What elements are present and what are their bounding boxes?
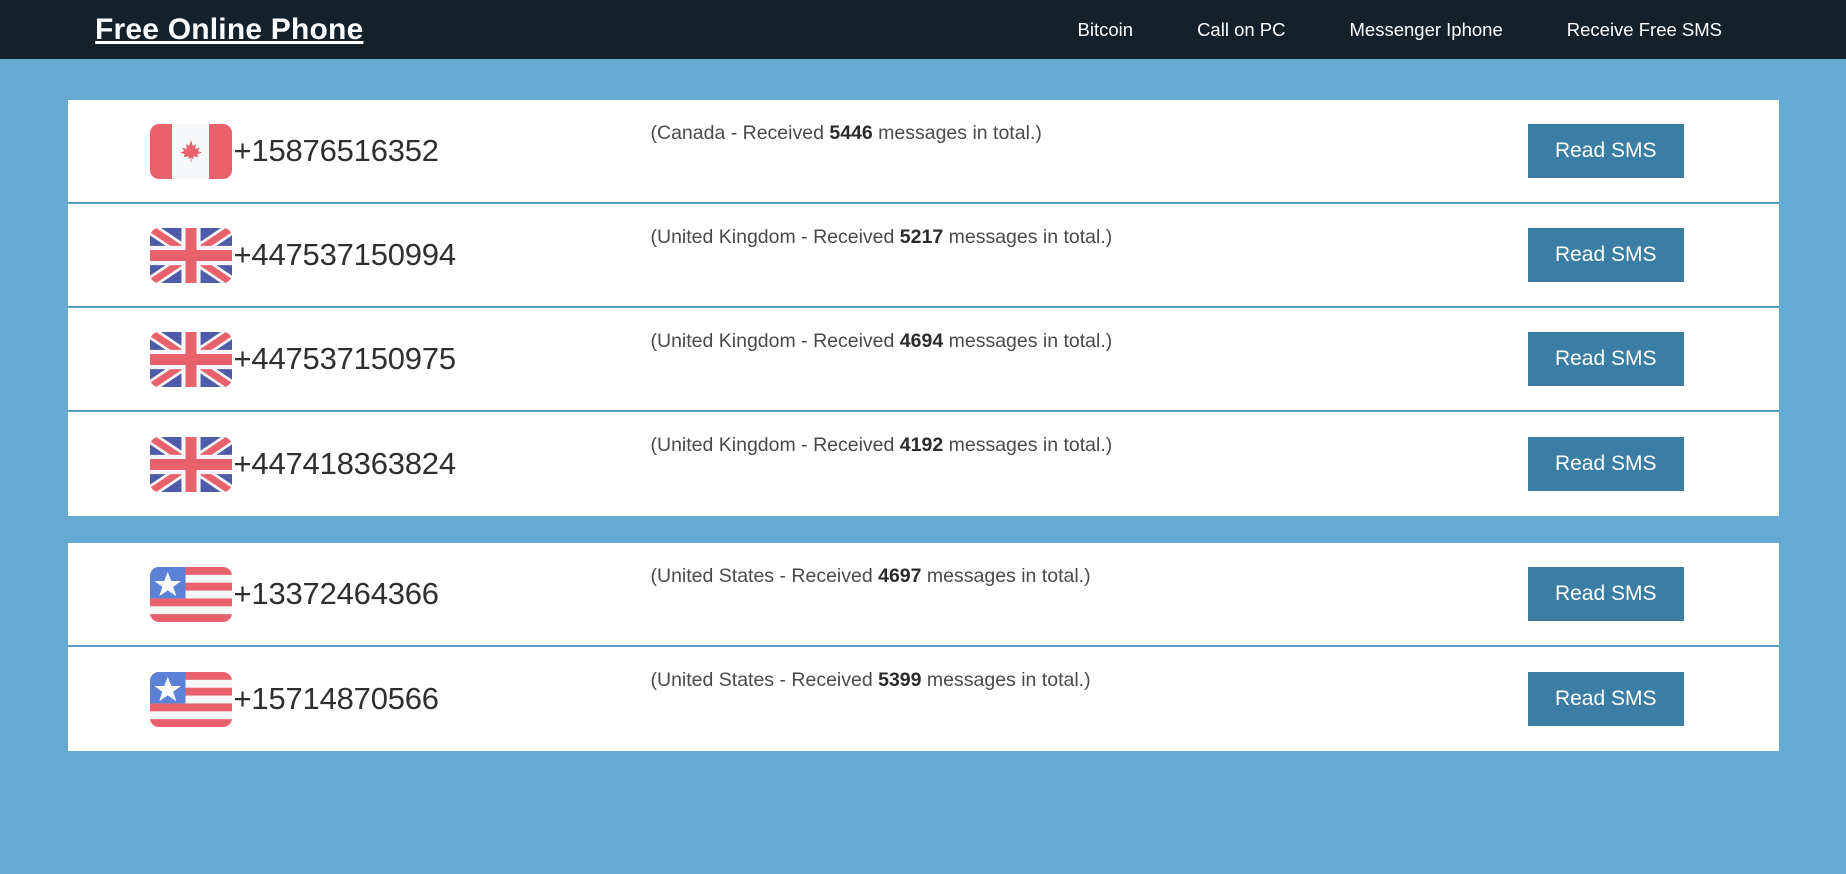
nav-link-call-on-pc[interactable]: Call on PC	[1165, 0, 1317, 59]
description-prefix: (United Kingdom - Received	[650, 434, 900, 456]
message-count: 5446	[829, 122, 873, 144]
row-description: (United States - Received 4697 messages …	[628, 543, 1528, 588]
description-suffix: messages in total.)	[943, 226, 1113, 248]
united-states-flag-icon	[149, 566, 232, 622]
phone-number-text: +447418363824	[233, 446, 457, 481]
row-action: Read SMS	[1527, 671, 1779, 727]
phone-number-card-group: +13372464366 (United States - Received 4…	[67, 543, 1779, 751]
row-action: Read SMS	[1527, 227, 1779, 283]
description-prefix: (United States - Received	[650, 565, 879, 587]
phone-number-text: +447537150975	[233, 341, 457, 376]
site-brand-link[interactable]: Free Online Phone	[95, 13, 363, 47]
nav-link-receive-free-sms[interactable]: Receive Free SMS	[1535, 0, 1754, 59]
message-count: 5217	[899, 226, 944, 248]
read-sms-button[interactable]: Read SMS	[1527, 227, 1684, 283]
description-suffix: messages in total.)	[943, 330, 1113, 352]
card-groups: +15876516352 (Canada - Received 5446 mes…	[0, 100, 1846, 751]
description-suffix: messages in total.)	[921, 669, 1091, 691]
description-suffix: messages in total.)	[921, 565, 1091, 587]
description-prefix: (Canada - Received	[650, 122, 830, 144]
phone-number-row: +15876516352 (Canada - Received 5446 mes…	[67, 100, 1779, 204]
row-identity: +447537150975	[68, 331, 628, 387]
row-action: Read SMS	[1527, 331, 1779, 387]
nav-link-messenger-iphone[interactable]: Messenger Iphone	[1318, 0, 1535, 59]
row-description: (United States - Received 5399 messages …	[628, 647, 1528, 692]
phone-number-row: +447537150994 (United Kingdom - Received…	[67, 204, 1779, 308]
phone-number-row: +447537150975 (United Kingdom - Received…	[67, 308, 1779, 412]
nav-link-bitcoin[interactable]: Bitcoin	[1046, 0, 1166, 59]
description-suffix: messages in total.)	[943, 434, 1113, 456]
message-count: 5399	[878, 669, 922, 691]
row-action: Read SMS	[1527, 566, 1779, 622]
read-sms-button[interactable]: Read SMS	[1527, 671, 1684, 727]
site-header: Free Online Phone Bitcoin Call on PC Mes…	[0, 0, 1846, 59]
united-kingdom-flag-icon	[149, 331, 232, 387]
united-kingdom-flag-icon	[149, 436, 232, 492]
row-description: (Canada - Received 5446 messages in tota…	[628, 100, 1528, 145]
phone-number-text: +447537150994	[233, 237, 457, 272]
message-count: 4694	[899, 330, 944, 352]
read-sms-button[interactable]: Read SMS	[1527, 331, 1684, 387]
phone-number-row: +15714870566 (United States - Received 5…	[68, 647, 1779, 751]
row-identity: +13372464366	[68, 566, 628, 622]
read-sms-button[interactable]: Read SMS	[1527, 123, 1684, 179]
description-prefix: (United Kingdom - Received	[650, 226, 900, 248]
description-suffix: messages in total.)	[872, 122, 1042, 144]
phone-number-text: +13372464366	[233, 576, 440, 611]
row-identity: +447418363824	[68, 436, 628, 492]
phone-number-row: +447418363824 (United Kingdom - Received…	[68, 412, 1779, 516]
row-action: Read SMS	[1527, 436, 1779, 492]
canada-flag-icon	[149, 123, 232, 179]
phone-number-listing: +15876516352 (Canada - Received 5446 mes…	[0, 59, 1846, 751]
row-action: Read SMS	[1527, 123, 1779, 179]
description-prefix: (United States - Received	[650, 669, 879, 691]
main-navigation: Bitcoin Call on PC Messenger Iphone Rece…	[1046, 0, 1754, 59]
row-description: (United Kingdom - Received 4192 messages…	[628, 412, 1528, 457]
message-count: 4697	[878, 565, 922, 587]
read-sms-button[interactable]: Read SMS	[1527, 566, 1684, 622]
description-prefix: (United Kingdom - Received	[650, 330, 900, 352]
row-identity: +447537150994	[68, 227, 628, 283]
read-sms-button[interactable]: Read SMS	[1527, 436, 1684, 492]
row-identity: +15876516352	[68, 123, 628, 179]
phone-number-text: +15714870566	[233, 681, 440, 716]
row-description: (United Kingdom - Received 5217 messages…	[628, 204, 1528, 249]
row-identity: +15714870566	[68, 671, 628, 727]
row-description: (United Kingdom - Received 4694 messages…	[628, 308, 1528, 353]
united-states-flag-icon	[149, 671, 232, 727]
united-kingdom-flag-icon	[149, 227, 232, 283]
message-count: 4192	[899, 434, 944, 456]
phone-number-card-group: +15876516352 (Canada - Received 5446 mes…	[67, 100, 1779, 516]
phone-number-text: +15876516352	[233, 133, 440, 168]
phone-number-row: +13372464366 (United States - Received 4…	[67, 543, 1779, 647]
